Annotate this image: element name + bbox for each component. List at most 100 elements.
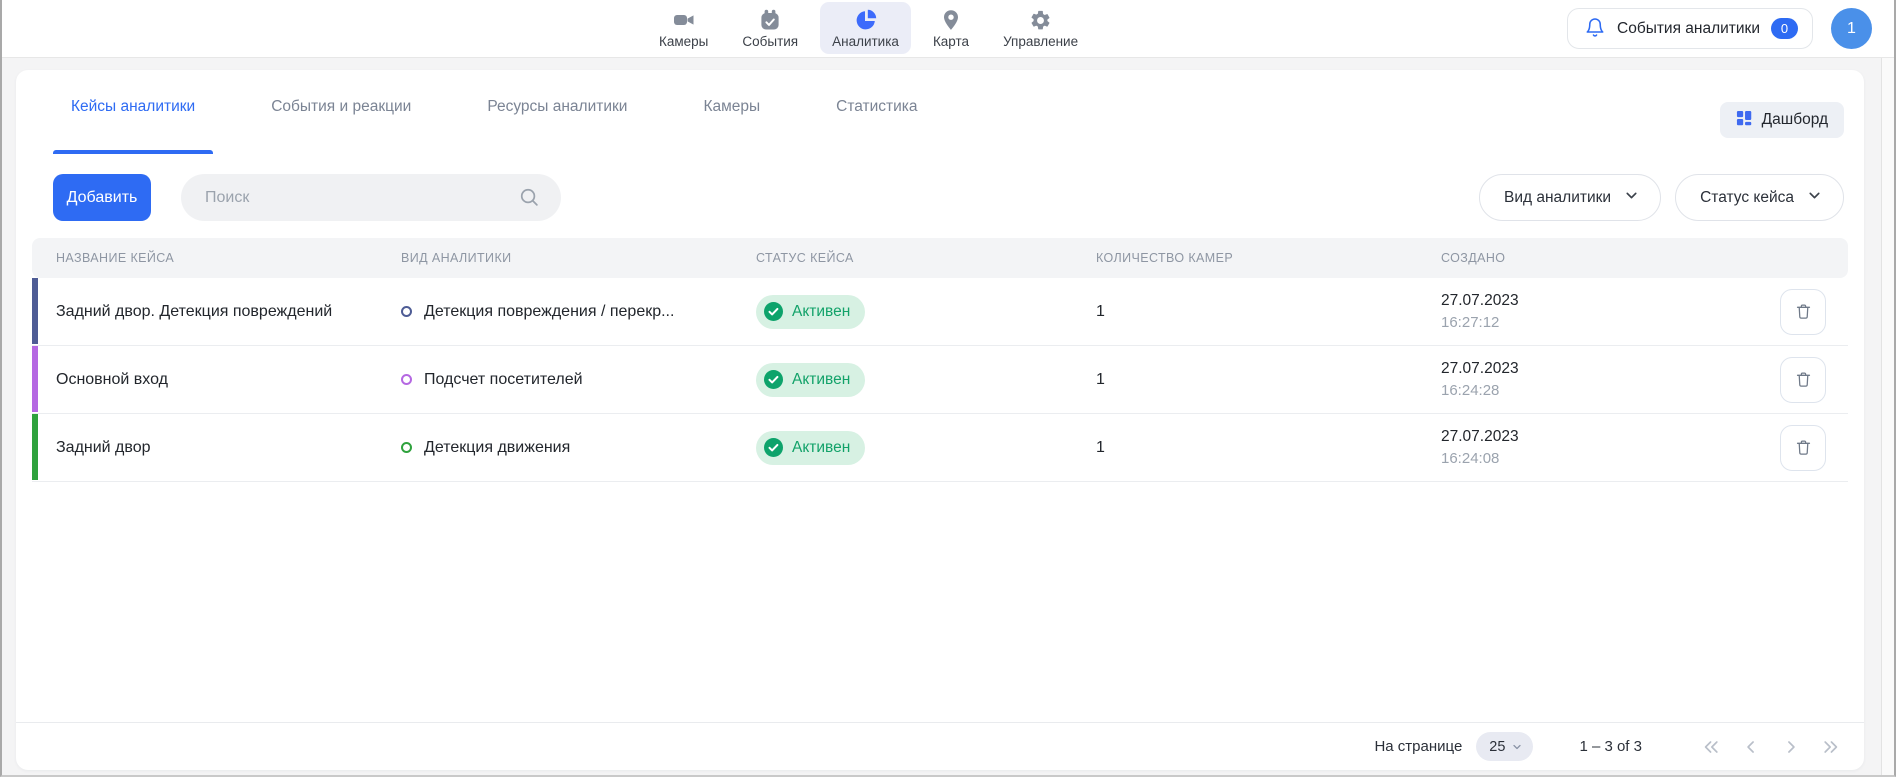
last-page-button[interactable] bbox=[1818, 734, 1844, 760]
analytics-type-label: Подсчет посетителей bbox=[424, 371, 583, 389]
next-page-button[interactable] bbox=[1778, 734, 1804, 760]
actions-cell bbox=[1767, 425, 1848, 471]
content-card: Кейсы аналитики События и реакции Ресурс… bbox=[16, 70, 1864, 770]
analytics-type-label: Детекция повреждения / перекр... bbox=[424, 303, 674, 321]
section-tabs: Кейсы аналитики События и реакции Ресурс… bbox=[53, 94, 936, 154]
per-page-select[interactable]: 25 bbox=[1476, 732, 1533, 761]
video-camera-icon bbox=[672, 8, 696, 32]
add-case-button[interactable]: Добавить bbox=[53, 174, 151, 221]
created-date: 27.07.2023 bbox=[1441, 360, 1767, 378]
analytics-type-cell: Детекция повреждения / перекр... bbox=[377, 303, 732, 321]
created-cell: 27.07.2023 16:27:12 bbox=[1417, 292, 1767, 331]
check-circle-icon bbox=[764, 370, 783, 389]
nav-item-events[interactable]: События bbox=[730, 2, 810, 54]
camera-count: 1 bbox=[1072, 439, 1417, 457]
first-page-button[interactable] bbox=[1698, 734, 1724, 760]
tab-cameras[interactable]: Камеры bbox=[685, 94, 778, 154]
case-name: Основной вход bbox=[32, 371, 377, 389]
nav-item-analytics[interactable]: Аналитика bbox=[820, 2, 911, 54]
nav-label: Камеры bbox=[659, 34, 708, 49]
created-time: 16:24:28 bbox=[1441, 382, 1767, 399]
filter-label: Вид аналитики bbox=[1504, 189, 1611, 207]
tab-analytics-resources[interactable]: Ресурсы аналитики bbox=[469, 94, 645, 154]
camera-count: 1 bbox=[1072, 303, 1417, 321]
chevron-down-icon bbox=[1623, 187, 1640, 209]
map-pin-icon bbox=[939, 8, 963, 32]
top-header: Камеры События Аналитика Карта Управлени bbox=[2, 0, 1894, 58]
analytics-type-ring-icon bbox=[401, 374, 412, 385]
actions-cell bbox=[1767, 289, 1848, 335]
search-icon[interactable] bbox=[518, 186, 541, 214]
nav-item-map[interactable]: Карта bbox=[921, 2, 981, 54]
camera-count: 1 bbox=[1072, 371, 1417, 389]
analytics-type-label: Детекция движения bbox=[424, 439, 570, 457]
analytics-events-button[interactable]: События аналитики 0 bbox=[1567, 8, 1813, 49]
previous-page-button[interactable] bbox=[1738, 734, 1764, 760]
pagination-footer: На странице 25 1 – 3 of 3 bbox=[16, 722, 1864, 770]
nav-label: Карта bbox=[933, 34, 969, 49]
row-accent-bar bbox=[32, 278, 38, 344]
dashboard-button-label: Дашборд bbox=[1762, 111, 1828, 129]
main-nav: Камеры События Аналитика Карта Управлени bbox=[647, 2, 1090, 54]
case-name: Задний двор bbox=[32, 439, 377, 457]
nav-label: События bbox=[742, 34, 798, 49]
user-avatar[interactable]: 1 bbox=[1831, 8, 1872, 49]
row-accent-bar bbox=[32, 414, 38, 480]
tab-analytics-cases[interactable]: Кейсы аналитики bbox=[53, 94, 213, 154]
case-status-filter[interactable]: Статус кейса bbox=[1675, 174, 1844, 221]
dashboard-button[interactable]: Дашборд bbox=[1720, 102, 1844, 138]
bell-icon bbox=[1584, 16, 1606, 42]
delete-case-button[interactable] bbox=[1780, 425, 1826, 471]
column-header-analytics-type: ВИД АНАЛИТИКИ bbox=[377, 251, 732, 265]
table-body: Задний двор. Детекция повреждений Детекц… bbox=[32, 278, 1848, 482]
created-date: 27.07.2023 bbox=[1441, 292, 1767, 310]
case-name: Задний двор. Детекция повреждений bbox=[32, 303, 377, 321]
nav-item-management[interactable]: Управление bbox=[991, 2, 1090, 54]
chevron-down-icon bbox=[1806, 187, 1823, 209]
gear-icon bbox=[1029, 8, 1053, 32]
status-cell: Активен bbox=[732, 363, 1072, 397]
calendar-check-icon bbox=[758, 8, 782, 32]
analytics-type-ring-icon bbox=[401, 306, 412, 317]
nav-item-cameras[interactable]: Камеры bbox=[647, 2, 720, 54]
empty-area bbox=[16, 482, 1864, 722]
created-cell: 27.07.2023 16:24:28 bbox=[1417, 360, 1767, 399]
page-range-label: 1 – 3 of 3 bbox=[1579, 738, 1642, 755]
dashboard-grid-icon bbox=[1736, 110, 1752, 131]
delete-case-button[interactable] bbox=[1780, 357, 1826, 403]
tab-events-reactions[interactable]: События и реакции bbox=[253, 94, 429, 154]
status-cell: Активен bbox=[732, 431, 1072, 465]
cases-table: НАЗВАНИЕ КЕЙСА ВИД АНАЛИТИКИ СТАТУС КЕЙС… bbox=[32, 238, 1848, 482]
analytics-type-filter[interactable]: Вид аналитики bbox=[1479, 174, 1661, 221]
table-row[interactable]: Задний двор Детекция движения Активен 1 … bbox=[32, 414, 1848, 482]
tab-statistics[interactable]: Статистика bbox=[818, 94, 935, 154]
window-scrollbar[interactable] bbox=[1881, 58, 1894, 775]
column-header-status: СТАТУС КЕЙСА bbox=[732, 251, 1072, 265]
pager bbox=[1698, 734, 1844, 760]
status-label: Активен bbox=[792, 371, 850, 389]
created-time: 16:24:08 bbox=[1441, 450, 1767, 467]
created-date: 27.07.2023 bbox=[1441, 428, 1767, 446]
table-row[interactable]: Основной вход Подсчет посетителей Активе… bbox=[32, 346, 1848, 414]
row-accent-bar bbox=[32, 346, 38, 412]
status-cell: Активен bbox=[732, 295, 1072, 329]
events-count-badge: 0 bbox=[1771, 18, 1798, 39]
trash-icon bbox=[1794, 438, 1813, 457]
per-page-value: 25 bbox=[1489, 739, 1505, 755]
nav-label: Управление bbox=[1003, 34, 1078, 49]
actions-cell bbox=[1767, 357, 1848, 403]
chevron-down-icon bbox=[1511, 741, 1523, 753]
delete-case-button[interactable] bbox=[1780, 289, 1826, 335]
per-page-label: На странице bbox=[1374, 738, 1462, 755]
filter-label: Статус кейса bbox=[1700, 189, 1794, 207]
table-row[interactable]: Задний двор. Детекция повреждений Детекц… bbox=[32, 278, 1848, 346]
tabs-row: Кейсы аналитики События и реакции Ресурс… bbox=[16, 70, 1864, 156]
status-badge: Активен bbox=[756, 431, 865, 465]
search-input[interactable] bbox=[181, 174, 561, 221]
column-header-created: СОЗДАНО bbox=[1417, 251, 1767, 265]
status-label: Активен bbox=[792, 439, 850, 457]
status-badge: Активен bbox=[756, 295, 865, 329]
analytics-type-cell: Детекция движения bbox=[377, 439, 732, 457]
trash-icon bbox=[1794, 302, 1813, 321]
analytics-type-ring-icon bbox=[401, 442, 412, 453]
